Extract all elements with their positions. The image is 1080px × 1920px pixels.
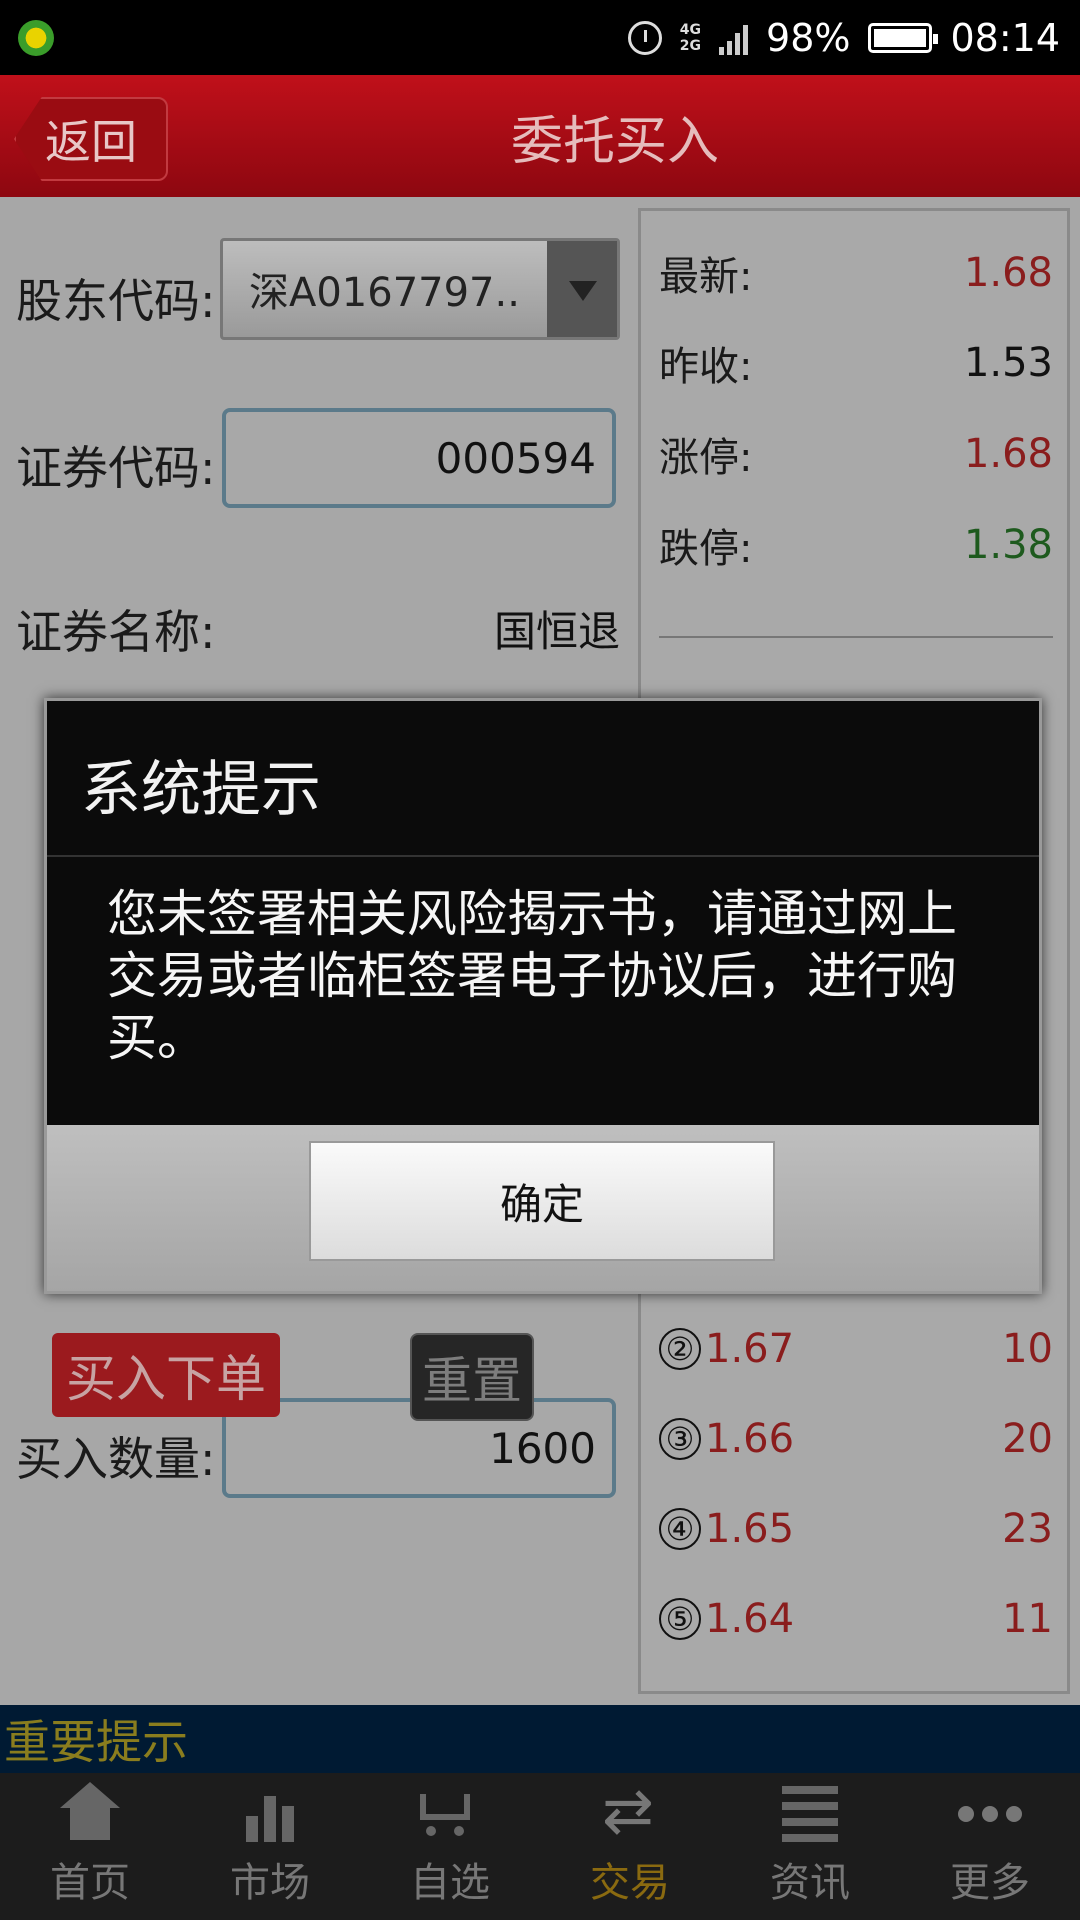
important-notice[interactable]: 重要提示 xyxy=(0,1705,1080,1773)
page-title: 委托买入 xyxy=(510,111,719,172)
ok-button[interactable]: 确定 xyxy=(309,1141,775,1261)
bid-row: ③ 1.66 20 xyxy=(659,1409,1053,1469)
bid-row: ② 1.67 10 xyxy=(659,1319,1053,1379)
status-right: 4G 2G 98% 08:14 xyxy=(627,0,1060,75)
security-name-value: 国恒退 xyxy=(493,607,620,656)
quote-limit-up: 涨停: 1.68 xyxy=(659,431,1053,481)
quantity-label: 买入数量: xyxy=(16,1432,216,1486)
bid-row: ⑤ 1.64 11 xyxy=(659,1589,1053,1649)
quote-limit-down: 跌停: 1.38 xyxy=(659,522,1053,572)
cart-icon xyxy=(414,1782,486,1842)
battery-icon xyxy=(868,22,939,53)
reset-button[interactable]: 重置 xyxy=(410,1333,534,1421)
title-bar: 返回 委托买入 xyxy=(0,75,1080,197)
clock: 08:14 xyxy=(950,15,1060,60)
news-icon xyxy=(774,1782,846,1842)
nav-item-watchlist[interactable]: 自选 xyxy=(360,1773,540,1920)
network-type: 4G 2G xyxy=(679,21,702,54)
app-notification-icon xyxy=(18,20,54,56)
quote-latest: 最新: 1.68 xyxy=(659,250,1053,300)
nav-item-trade[interactable]: 交易 xyxy=(540,1773,720,1920)
signal-icon xyxy=(719,21,749,55)
dialog-divider xyxy=(47,855,1039,857)
nav-item-market[interactable]: 市场 xyxy=(180,1773,360,1920)
status-bar: 4G 2G 98% 08:14 xyxy=(0,0,1080,75)
battery-percent: 98% xyxy=(766,15,851,60)
dialog-title: 系统提示 xyxy=(81,755,321,825)
bid-row: ④ 1.65 23 xyxy=(659,1499,1053,1559)
security-code-input[interactable]: 000594 xyxy=(222,408,616,508)
quote-prev-close: 昨收: 1.53 xyxy=(659,340,1053,390)
nav-item-more[interactable]: 更多 xyxy=(900,1773,1080,1920)
system-alert-dialog: 系统提示 您未签署相关风险揭示书，请通过网上交易或者临柜签署电子协议后，进行购买… xyxy=(44,698,1042,1294)
more-icon xyxy=(954,1782,1026,1842)
holder-label: 股东代码: xyxy=(16,274,216,328)
name-label: 证券名称: xyxy=(16,605,216,659)
swap-icon xyxy=(594,1774,666,1847)
holder-select-value: 深A0167797.. xyxy=(249,270,520,316)
code-label: 证券代码: xyxy=(16,441,216,495)
nav-item-home[interactable]: 首页 xyxy=(0,1773,180,1920)
chevron-down-icon[interactable] xyxy=(547,241,617,337)
holder-select[interactable]: 深A0167797.. xyxy=(220,238,620,340)
bottom-nav: 首页 市场 自选 交易 资讯 更多 xyxy=(0,1773,1080,1920)
quote-divider xyxy=(659,636,1053,638)
bar-chart-icon xyxy=(234,1782,306,1842)
home-icon xyxy=(54,1782,126,1842)
dialog-message: 您未签署相关风险揭示书，请通过网上交易或者临柜签署电子协议后，进行购买。 xyxy=(107,885,957,1067)
dialog-footer: 确定 xyxy=(47,1125,1039,1291)
alarm-icon xyxy=(627,20,662,55)
buy-order-button[interactable]: 买入下单 xyxy=(52,1333,280,1417)
nav-item-news[interactable]: 资讯 xyxy=(720,1773,900,1920)
